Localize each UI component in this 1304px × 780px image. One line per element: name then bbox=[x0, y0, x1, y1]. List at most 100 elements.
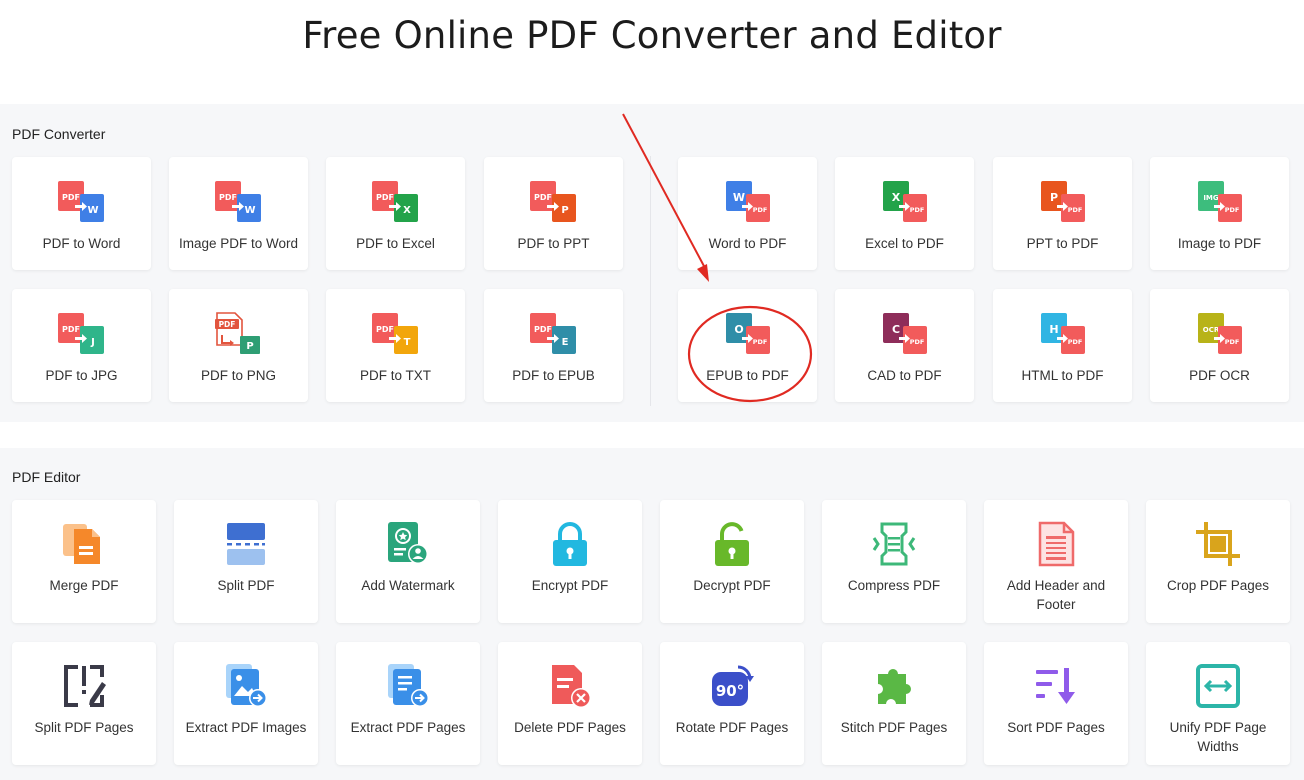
tool-label: PDF OCR bbox=[1189, 368, 1250, 383]
tool-card-rotate-pdf-pages[interactable]: 90° Rotate PDF Pages bbox=[660, 642, 804, 765]
tool-card-sort-pdf-pages[interactable]: Sort PDF Pages bbox=[984, 642, 1128, 765]
tool-label: Sort PDF Pages bbox=[1007, 720, 1105, 735]
tool-card-image-to-pdf[interactable]: IMG PDF Image to PDF bbox=[1150, 157, 1289, 270]
svg-text:W: W bbox=[87, 205, 98, 216]
svg-text:PDF: PDF bbox=[752, 338, 767, 346]
tool-card-merge-pdf[interactable]: Merge PDF bbox=[12, 500, 156, 623]
svg-text:PDF: PDF bbox=[534, 193, 552, 202]
pdf-to-ppt-icon: PDF P bbox=[529, 181, 576, 222]
tool-card-crop-pdf-pages[interactable]: Crop PDF Pages bbox=[1146, 500, 1290, 623]
svg-text:O: O bbox=[734, 323, 743, 336]
tool-label: Decrypt PDF bbox=[693, 578, 771, 593]
pdf-to-txt-icon: PDF T bbox=[371, 313, 418, 354]
section-title-converter: PDF Converter bbox=[12, 126, 106, 142]
tool-card-split-pdf[interactable]: Split PDF bbox=[174, 500, 318, 623]
tool-card-delete-pdf-pages[interactable]: Delete PDF Pages bbox=[498, 642, 642, 765]
image-pdf-to-word-icon: PDF W bbox=[214, 181, 261, 222]
tool-card-encrypt-pdf[interactable]: Encrypt PDF bbox=[498, 500, 642, 623]
tool-label: Add Watermark bbox=[361, 578, 455, 593]
tool-label: EPUB to PDF bbox=[706, 368, 789, 383]
svg-text:PDF: PDF bbox=[218, 320, 235, 329]
tool-card-pdf-to-png[interactable]: PDF P PDF to PNG bbox=[169, 289, 308, 402]
tool-card-html-to-pdf[interactable]: H PDF HTML to PDF bbox=[993, 289, 1132, 402]
tool-label: Excel to PDF bbox=[865, 236, 944, 251]
tool-label: Split PDF Pages bbox=[34, 720, 134, 735]
epub-to-pdf-icon: O PDF bbox=[725, 313, 770, 354]
sort-icon bbox=[1036, 668, 1075, 704]
svg-text:PDF: PDF bbox=[1067, 338, 1082, 346]
pdf-to-jpg-icon: PDF J bbox=[57, 313, 104, 354]
svg-text:E: E bbox=[561, 337, 568, 348]
svg-text:PDF: PDF bbox=[219, 193, 237, 202]
lock-icon bbox=[553, 522, 587, 566]
delete-pages-icon bbox=[552, 665, 591, 708]
pdf-to-epub-icon: PDF E bbox=[529, 313, 576, 354]
image-to-pdf-icon: IMG PDF bbox=[1197, 181, 1242, 222]
svg-text:C: C bbox=[891, 323, 899, 336]
compress-icon bbox=[872, 522, 916, 566]
tool-label: PDF to PNG bbox=[200, 368, 276, 383]
tool-card-stitch-pdf-pages[interactable]: Stitch PDF Pages bbox=[822, 642, 966, 765]
tool-label: PDF to Excel bbox=[356, 236, 435, 251]
tool-label: PDF to JPG bbox=[45, 368, 118, 383]
tool-label: HTML to PDF bbox=[1021, 368, 1104, 383]
svg-text:W: W bbox=[244, 205, 255, 216]
svg-text:P: P bbox=[246, 341, 253, 352]
svg-text:PDF: PDF bbox=[62, 325, 80, 334]
page-title: Free Online PDF Converter and Editor bbox=[302, 14, 1002, 57]
svg-text:IMG: IMG bbox=[1203, 194, 1219, 202]
tool-card-pdf-to-txt[interactable]: PDF T PDF to TXT bbox=[326, 289, 465, 402]
svg-text:X: X bbox=[403, 205, 411, 216]
tool-card-add-watermark[interactable]: Add Watermark bbox=[336, 500, 480, 623]
svg-text:PDF: PDF bbox=[534, 325, 552, 334]
svg-text:90°: 90° bbox=[716, 682, 744, 700]
tool-card-extract-pdf-images[interactable]: Extract PDF Images bbox=[174, 642, 318, 765]
tool-label: PDF to EPUB bbox=[512, 368, 595, 383]
tool-card-pdf-to-epub[interactable]: PDF E PDF to EPUB bbox=[484, 289, 623, 402]
svg-text:PDF: PDF bbox=[909, 338, 924, 346]
unify-width-icon bbox=[1196, 664, 1240, 708]
svg-text:OCR: OCR bbox=[1202, 326, 1219, 334]
section-title-editor: PDF Editor bbox=[12, 469, 81, 485]
svg-text:P: P bbox=[561, 205, 568, 216]
tool-label: Compress PDF bbox=[847, 578, 941, 593]
tool-label: Unify PDF Page Widths bbox=[1169, 720, 1267, 754]
pdf-to-word-icon: PDF W bbox=[57, 181, 104, 222]
svg-text:PDF: PDF bbox=[1224, 338, 1239, 346]
header-footer-icon bbox=[1038, 521, 1075, 567]
tool-label: Extract PDF Pages bbox=[350, 720, 466, 735]
tool-card-pdf-to-excel[interactable]: PDF X PDF to Excel bbox=[326, 157, 465, 270]
tool-card-compress-pdf[interactable]: Compress PDF bbox=[822, 500, 966, 623]
pdf-to-png-icon: PDF P bbox=[214, 312, 260, 354]
ppt-to-pdf-icon: P PDF bbox=[1040, 181, 1085, 222]
svg-text:H: H bbox=[1049, 323, 1058, 336]
tool-card-pdf-to-jpg[interactable]: PDF J PDF to JPG bbox=[12, 289, 151, 402]
tool-card-pdf-ocr[interactable]: OCR PDF PDF OCR bbox=[1150, 289, 1289, 402]
svg-text:PDF: PDF bbox=[909, 206, 924, 214]
tool-card-word-to-pdf[interactable]: W PDF Word to PDF bbox=[678, 157, 817, 270]
tool-card-excel-to-pdf[interactable]: X PDF Excel to PDF bbox=[835, 157, 974, 270]
tool-card-pdf-to-word[interactable]: PDF W PDF to Word bbox=[12, 157, 151, 270]
tool-card-epub-to-pdf[interactable]: O PDF EPUB to PDF bbox=[678, 289, 817, 402]
tool-label: Stitch PDF Pages bbox=[840, 720, 948, 735]
word-to-pdf-icon: W PDF bbox=[725, 181, 770, 222]
tool-card-cad-to-pdf[interactable]: C PDF CAD to PDF bbox=[835, 289, 974, 402]
split-icon bbox=[227, 523, 265, 565]
html-to-pdf-icon: H PDF bbox=[1040, 313, 1085, 354]
puzzle-icon bbox=[878, 668, 911, 704]
tool-label: Rotate PDF Pages bbox=[675, 720, 789, 735]
tool-card-image-pdf-to-word[interactable]: PDF W Image PDF to Word bbox=[169, 157, 308, 270]
tool-label: Split PDF bbox=[217, 578, 275, 593]
split-pages-icon bbox=[64, 665, 106, 707]
tool-card-unify-page-widths[interactable]: Unify PDF Page Widths bbox=[1146, 642, 1290, 765]
tool-card-pdf-to-ppt[interactable]: PDF P PDF to PPT bbox=[484, 157, 623, 270]
tool-card-split-pdf-pages[interactable]: Split PDF Pages bbox=[12, 642, 156, 765]
svg-text:PDF: PDF bbox=[376, 193, 394, 202]
unlock-icon bbox=[715, 522, 749, 566]
tool-card-ppt-to-pdf[interactable]: P PDF PPT to PDF bbox=[993, 157, 1132, 270]
tool-card-add-header-footer[interactable]: Add Header and Footer bbox=[984, 500, 1128, 623]
svg-text:PDF: PDF bbox=[1067, 206, 1082, 214]
tool-card-extract-pdf-pages[interactable]: Extract PDF Pages bbox=[336, 642, 480, 765]
watermark-icon bbox=[388, 522, 428, 564]
tool-card-decrypt-pdf[interactable]: Decrypt PDF bbox=[660, 500, 804, 623]
